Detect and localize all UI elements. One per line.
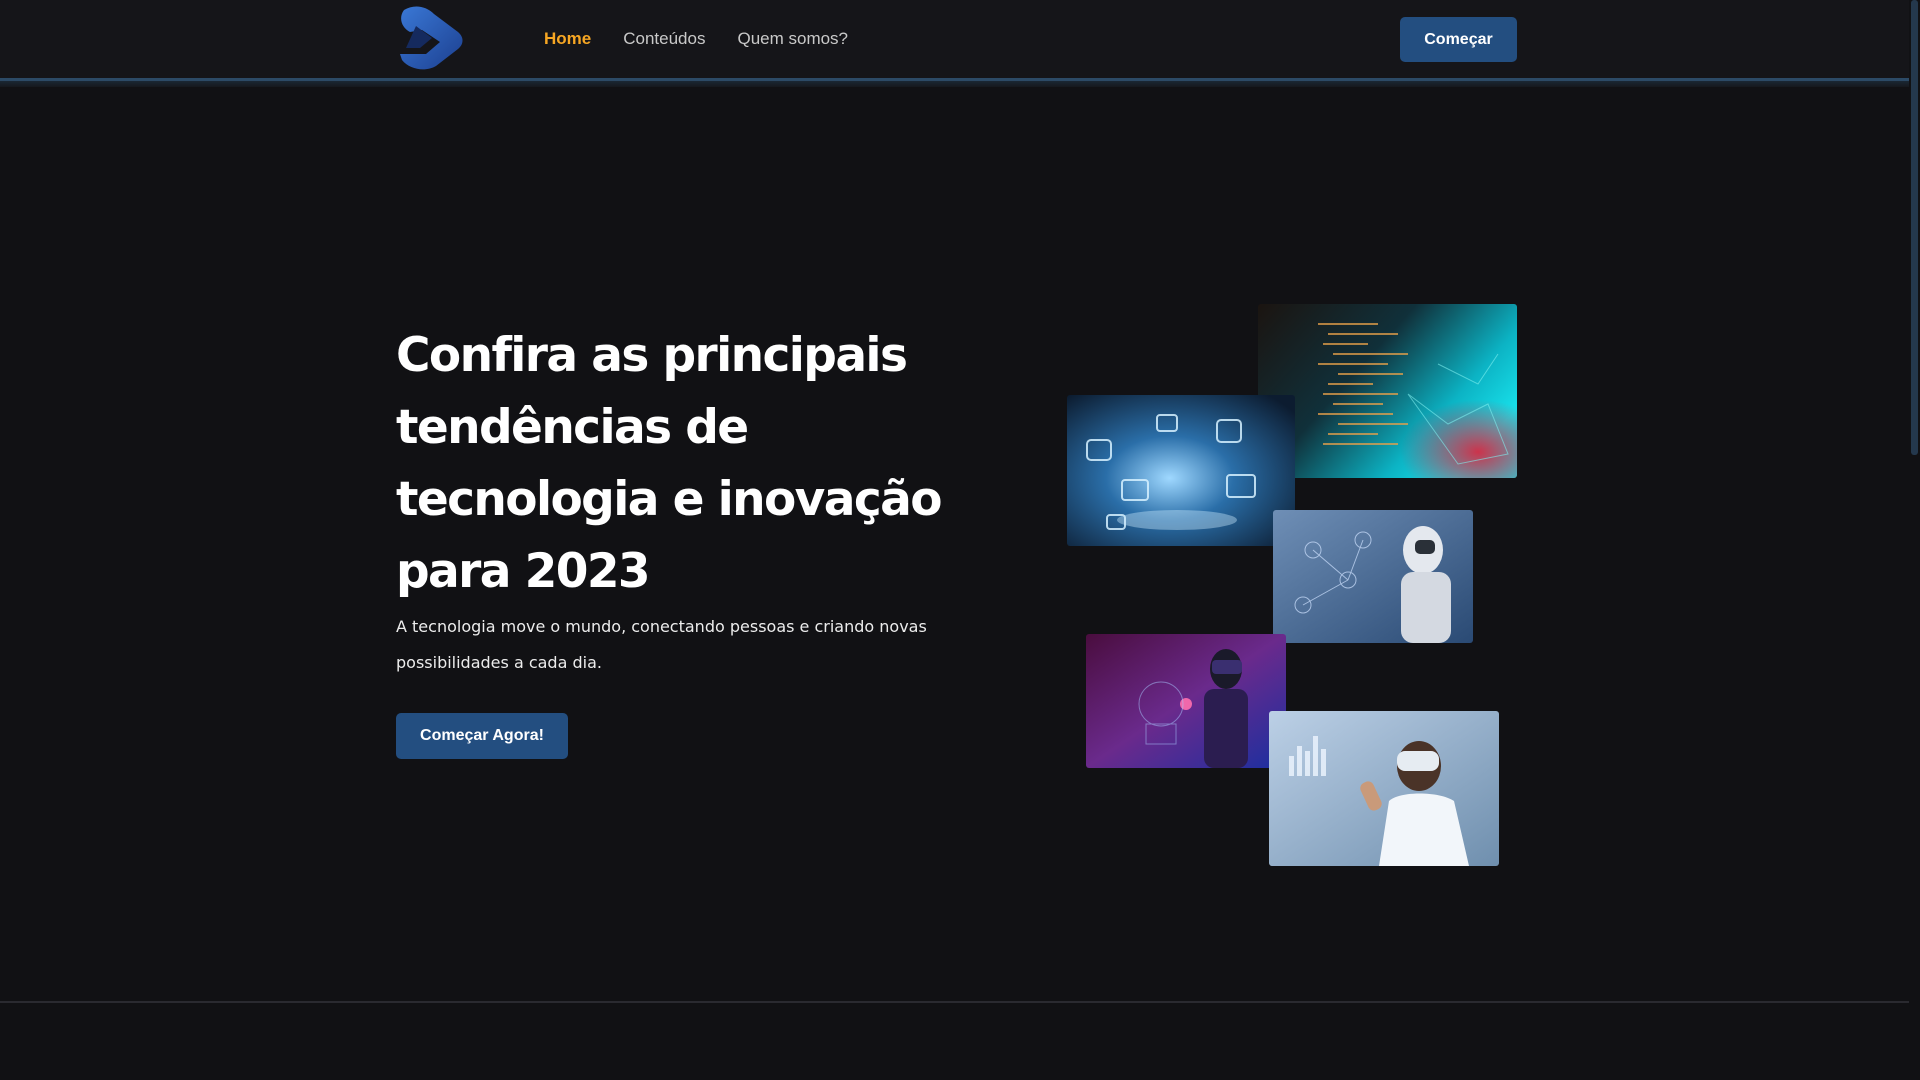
page: Home Conteúdos Quem somos? Começar Confi… xyxy=(0,0,1920,1080)
header-divider xyxy=(0,78,1909,87)
nav-quem-somos-link[interactable]: Quem somos? xyxy=(737,28,848,50)
vr-headset-image xyxy=(1086,634,1286,768)
hero-title: Confira as principais tendências de tecn… xyxy=(396,320,996,608)
nav-home-link[interactable]: Home xyxy=(544,28,591,50)
hero-subtitle-line: possibilidades a cada dia. xyxy=(396,653,602,672)
hero-subtitle-line: A tecnologia move o mundo, conectando pe… xyxy=(396,617,927,636)
hero-title-line: tendências de xyxy=(396,400,749,455)
scrollbar-thumb[interactable] xyxy=(1911,0,1918,455)
vr-scientist-image xyxy=(1269,711,1499,866)
site-header: Home Conteúdos Quem somos? Começar xyxy=(0,0,1909,78)
main-nav: Home Conteúdos Quem somos? xyxy=(544,28,880,50)
brand-logo-icon[interactable] xyxy=(396,4,466,71)
hero-title-line: para 2023 xyxy=(396,544,651,599)
comecar-agora-button[interactable]: Começar Agora! xyxy=(396,713,568,759)
hero-title-line: Confira as principais xyxy=(396,328,908,383)
digital-icons-image xyxy=(1067,395,1295,546)
nav-conteudos-link[interactable]: Conteúdos xyxy=(623,28,705,50)
ai-robot-image xyxy=(1273,510,1473,643)
section-divider xyxy=(0,1001,1909,1003)
code-screen-image xyxy=(1258,304,1517,478)
comecar-button[interactable]: Começar xyxy=(1400,17,1517,62)
hero-subtitle: A tecnologia move o mundo, conectando pe… xyxy=(396,609,966,681)
hero-title-line: tecnologia e inovação xyxy=(396,472,943,527)
